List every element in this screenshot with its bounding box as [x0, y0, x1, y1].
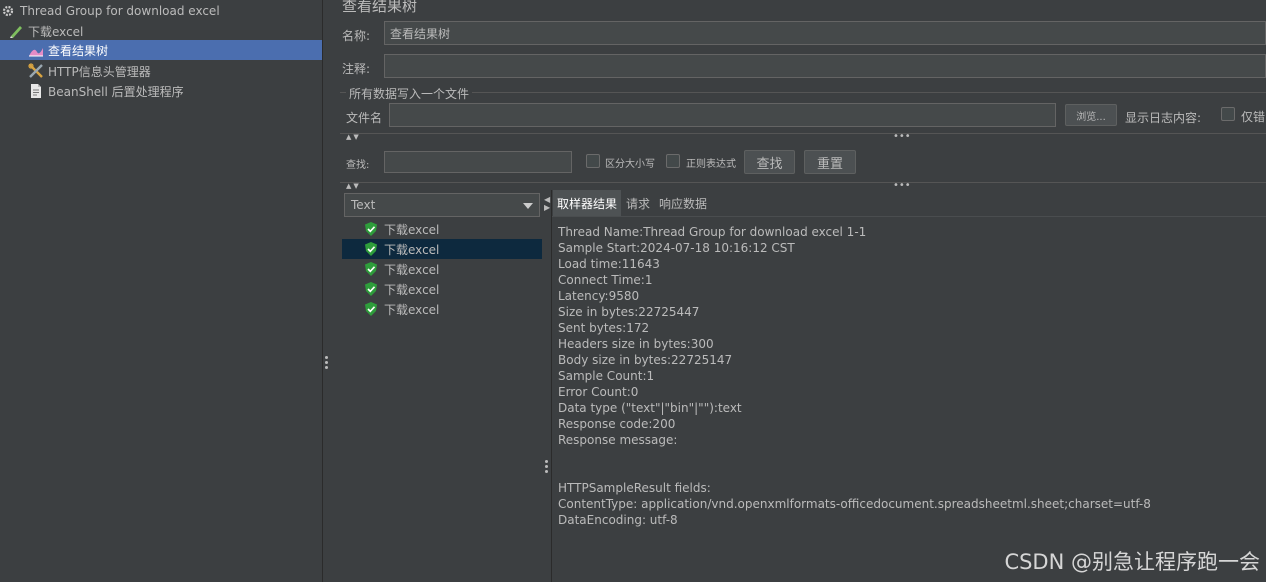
find-button[interactable]: 查找	[744, 150, 795, 174]
tree-item-http-header-manager[interactable]: HTTP信息头管理器	[0, 61, 322, 81]
drag-handle-icon[interactable]: •••	[893, 132, 911, 142]
collapse-arrows-icon[interactable]: ▲▼	[346, 133, 361, 141]
tree-item-beanshell-postprocessor[interactable]: BeanShell 后置处理程序	[0, 81, 322, 101]
filename-label: 文件名	[346, 111, 383, 125]
gear-icon	[0, 3, 16, 19]
success-shield-icon	[365, 302, 377, 316]
sample-row[interactable]: 下载excel	[342, 279, 542, 299]
sample-label: 下载excel	[384, 242, 440, 257]
regex-label: 正则表达式	[686, 159, 736, 170]
section-divider	[340, 182, 1266, 183]
sample-row[interactable]: 下载excel	[342, 299, 542, 319]
sample-row[interactable]: 下载excel	[342, 239, 542, 259]
tools-icon	[28, 63, 44, 79]
sampler-result-text[interactable]: Thread Name:Thread Group for download ex…	[558, 224, 1151, 528]
errors-only-checkbox[interactable]	[1221, 107, 1235, 121]
splitter-grip-icon[interactable]	[545, 460, 548, 473]
tree-item-view-results-tree[interactable]: 查看结果树	[0, 40, 322, 60]
sample-row[interactable]: 下载excel	[342, 219, 542, 239]
success-shield-icon	[365, 222, 377, 236]
name-field[interactable]: 查看结果树	[384, 21, 1266, 45]
tree-item-label: BeanShell 后置处理程序	[48, 84, 184, 99]
tree-item-label: HTTP信息头管理器	[48, 64, 151, 79]
drag-handle-icon[interactable]: •••	[893, 181, 911, 191]
page-title: 查看结果树	[342, 0, 418, 15]
browse-button[interactable]: 浏览...	[1065, 104, 1117, 126]
chart-icon	[28, 42, 44, 58]
log-content-label: 显示日志内容:	[1125, 111, 1202, 125]
tab-sampler-result[interactable]: 取样器结果	[553, 190, 622, 216]
tree-item-label: 下载excel	[28, 24, 84, 39]
sample-label: 下载excel	[384, 282, 440, 297]
tab-response-data[interactable]: 响应数据	[655, 190, 711, 216]
tree-item-thread-group[interactable]: Thread Group for download excel	[0, 1, 322, 21]
case-sensitive-checkbox[interactable]	[586, 154, 600, 168]
tree-item-label: Thread Group for download excel	[20, 4, 220, 18]
file-section-border	[340, 92, 1266, 93]
success-shield-icon	[365, 262, 377, 276]
errors-only-label: 仅错	[1241, 110, 1266, 124]
section-divider	[340, 133, 1266, 134]
panel-splitter[interactable]	[323, 0, 332, 582]
case-sensitive-label: 区分大小写	[605, 159, 655, 170]
pencil-icon	[8, 23, 24, 39]
sample-row[interactable]: 下载excel	[342, 259, 542, 279]
watermark: CSDN @别急让程序跑一会	[1004, 550, 1260, 574]
results-pane: 取样器结果 请求 响应数据 Thread Name:Thread Group f…	[551, 190, 1266, 582]
document-icon	[28, 83, 44, 99]
search-input[interactable]	[384, 151, 572, 173]
renderer-selected-value: Text	[351, 198, 376, 212]
test-plan-tree: Thread Group for download excel 下载excel …	[0, 0, 323, 582]
collapse-arrows-icon[interactable]: ▲▼	[346, 182, 361, 190]
splitter-grip-icon	[325, 356, 328, 369]
comment-field[interactable]	[384, 54, 1266, 78]
success-shield-icon	[365, 242, 377, 256]
search-label: 查找:	[346, 160, 370, 171]
comment-label: 注释:	[342, 62, 371, 76]
success-shield-icon	[365, 282, 377, 296]
filename-input[interactable]	[389, 103, 1056, 127]
name-label: 名称:	[342, 29, 371, 43]
file-section-legend: 所有数据写入一个文件	[346, 85, 473, 102]
reset-button[interactable]: 重置	[804, 150, 856, 174]
tab-request[interactable]: 请求	[622, 190, 654, 216]
sample-label: 下载excel	[384, 222, 440, 237]
regex-checkbox[interactable]	[666, 154, 680, 168]
tab-divider	[552, 216, 1266, 217]
tree-item-download-excel[interactable]: 下载excel	[0, 21, 322, 41]
chevron-down-icon	[523, 198, 533, 212]
renderer-select[interactable]: Text	[344, 193, 540, 217]
collapse-left-arrow-icon[interactable]: ◀ ▶	[544, 196, 550, 212]
view-results-tree-panel: 查看结果树 名称: 查看结果树 注释: 所有数据写入一个文件 文件名 浏览...…	[332, 0, 1266, 582]
tree-item-label: 查看结果树	[48, 43, 109, 58]
sample-label: 下载excel	[384, 262, 440, 277]
sample-label: 下载excel	[384, 302, 440, 317]
